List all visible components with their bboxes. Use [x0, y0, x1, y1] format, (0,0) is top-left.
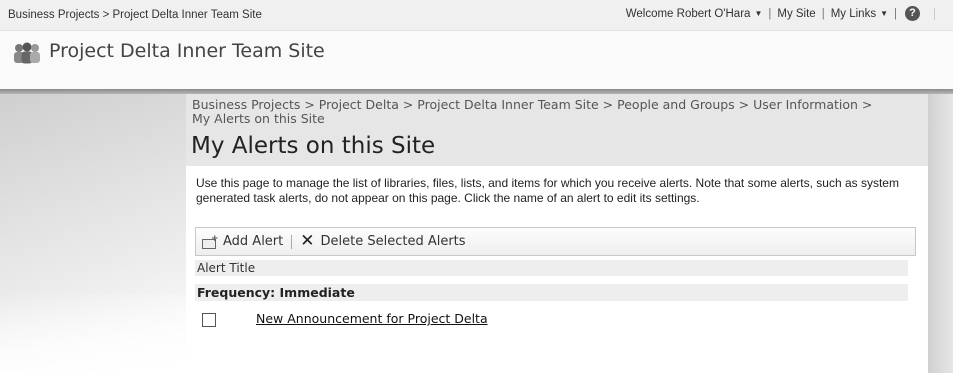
right-frame — [928, 94, 953, 373]
divider: | — [894, 7, 897, 20]
top-right-links: Welcome Robert O'Hara ▼ | My Site | My Li… — [626, 6, 945, 21]
add-alert-label: Add Alert — [223, 234, 284, 249]
page-breadcrumb[interactable]: Business Projects > Project Delta > Proj… — [192, 98, 892, 126]
chevron-down-icon: ▼ — [880, 8, 888, 18]
site-title[interactable]: Project Delta Inner Team Site — [49, 40, 325, 62]
delete-selected-label: Delete Selected Alerts — [320, 234, 466, 249]
my-site-link[interactable]: My Site — [777, 8, 815, 20]
decorative-swoosh — [0, 294, 186, 374]
people-group-icon — [12, 42, 42, 69]
add-alert-icon: + — [202, 234, 219, 249]
global-breadcrumb[interactable]: Business Projects > Project Delta Inner … — [8, 9, 262, 21]
help-icon[interactable]: ? — [905, 6, 920, 21]
welcome-label: Welcome Robert O'Hara — [625, 7, 751, 20]
toolbar-separator — [291, 234, 293, 249]
my-links-label: My Links — [830, 7, 877, 20]
left-navigation-panel — [0, 94, 186, 374]
my-links-menu[interactable]: My Links ▼ — [831, 8, 888, 20]
edge-icon — [934, 7, 945, 20]
table-row: New Announcement for Project Delta — [195, 309, 906, 329]
column-header-alert-title[interactable]: Alert Title — [195, 260, 908, 276]
delete-selected-alerts-button[interactable]: ✕ Delete Selected Alerts — [300, 233, 465, 250]
divider: | — [768, 7, 772, 20]
delete-x-icon: ✕ — [300, 231, 315, 251]
page-header: Business Projects > Project Delta > Proj… — [186, 94, 928, 166]
page-title: My Alerts on this Site — [191, 133, 436, 159]
divider: | — [821, 7, 825, 20]
alerts-toolbar: + Add Alert ✕ Delete Selected Alerts — [195, 227, 916, 256]
global-top-bar: Business Projects > Project Delta Inner … — [0, 0, 953, 31]
alert-title-link[interactable]: New Announcement for Project Delta — [256, 311, 488, 326]
main-content: Use this page to manage the list of libr… — [186, 166, 928, 373]
welcome-menu[interactable]: Welcome Robert O'Hara ▼ — [626, 8, 763, 20]
site-title-area: Project Delta Inner Team Site — [0, 31, 953, 89]
add-alert-button[interactable]: + Add Alert — [202, 234, 283, 249]
chevron-down-icon: ▼ — [754, 8, 763, 18]
page-description: Use this page to manage the list of libr… — [196, 176, 899, 205]
group-header-frequency: Frequency: Immediate — [195, 284, 908, 301]
alert-select-checkbox[interactable] — [202, 313, 216, 327]
